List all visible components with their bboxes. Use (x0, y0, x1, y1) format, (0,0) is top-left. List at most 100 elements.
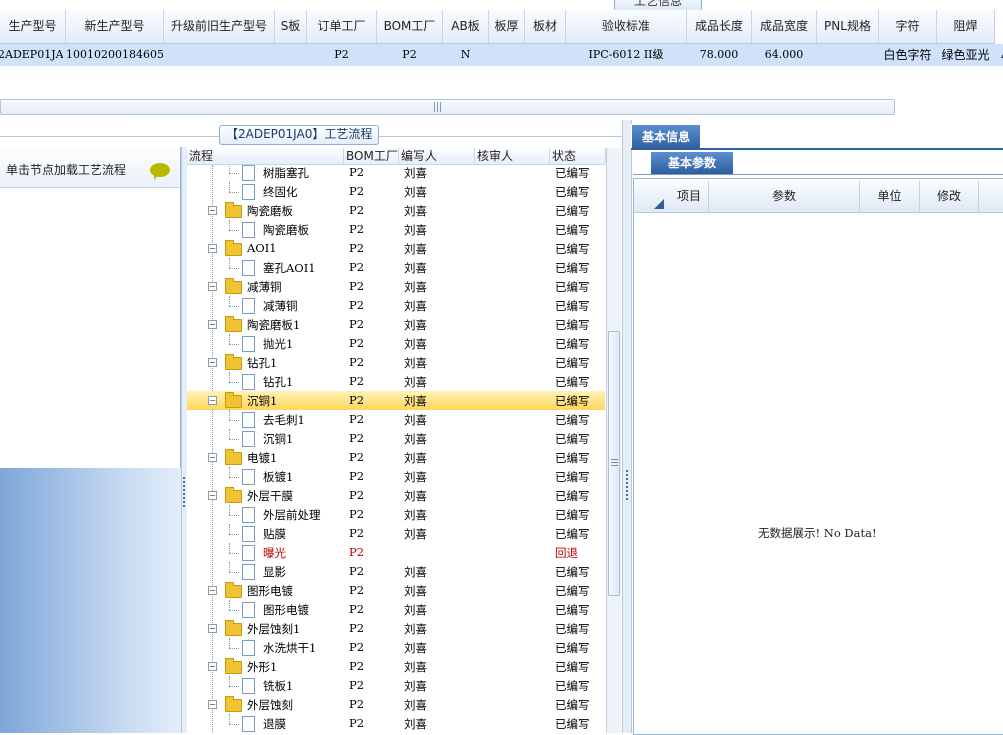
tree-row[interactable]: 减薄铜 P2 刘喜 已编写 (187, 296, 605, 315)
collapse-icon[interactable]: − (208, 624, 217, 633)
tree-branch-line (229, 192, 239, 193)
tree-cell-status: 已编写 (555, 280, 590, 294)
collapse-icon[interactable]: − (208, 244, 217, 253)
collapse-icon[interactable]: − (208, 700, 217, 709)
column-header-2[interactable]: 升级前旧生产型号 (164, 10, 275, 44)
column-header-7[interactable]: 板厚 (489, 10, 525, 44)
tree-cell-status: 已编写 (555, 622, 590, 636)
tree-cell-status: 已编写 (555, 394, 590, 408)
tree-row[interactable]: 退膜 P2 刘喜 已编写 (187, 714, 605, 733)
tree-row[interactable]: − 陶瓷磨板 P2 刘喜 已编写 (187, 201, 605, 220)
column-header-12[interactable]: PNL规格 (817, 10, 879, 44)
tree-row[interactable]: 陶瓷磨板 P2 刘喜 已编写 (187, 220, 605, 239)
tree-cell-bom: P2 (349, 165, 365, 179)
collapse-icon[interactable]: − (208, 453, 217, 462)
tree-row[interactable]: 铣板1 P2 刘喜 已编写 (187, 676, 605, 695)
middle-splitter[interactable] (622, 120, 632, 733)
column-header-0[interactable]: 生产型号 (0, 10, 66, 44)
column-header-unit[interactable]: 单位 (860, 181, 920, 212)
collapse-icon[interactable]: − (208, 282, 217, 291)
tree-row[interactable]: − 图形电镀 P2 刘喜 已编写 (187, 581, 605, 600)
tree-branch-line (229, 477, 239, 478)
column-header-3[interactable]: S板 (275, 10, 307, 44)
tree-row[interactable]: 塞孔AOI1 P2 刘喜 已编写 (187, 258, 605, 277)
document-icon (242, 222, 255, 238)
column-header-10[interactable]: 成品长度 (687, 10, 752, 44)
tree-row[interactable]: − AOI1 P2 刘喜 已编写 (187, 239, 605, 258)
tree-branch-line (229, 173, 239, 174)
tree-row[interactable]: − 外层蚀刻1 P2 刘喜 已编写 (187, 619, 605, 638)
tree-row[interactable]: − 减薄铜 P2 刘喜 已编写 (187, 277, 605, 296)
folder-icon (225, 696, 242, 712)
tree-row[interactable]: 板镀1 P2 刘喜 已编写 (187, 467, 605, 486)
tree-row[interactable]: 图形电镀 P2 刘喜 已编写 (187, 600, 605, 619)
column-header-13[interactable]: 字符 (879, 10, 937, 44)
tree-branch-line (229, 230, 239, 231)
tree-row[interactable]: 去毛刺1 P2 刘喜 已编写 (187, 410, 605, 429)
collapse-icon[interactable]: − (208, 662, 217, 671)
column-header-4[interactable]: 订单工厂 (307, 10, 377, 44)
scrollbar-thumb[interactable] (608, 331, 620, 596)
tree-row[interactable]: − 外层干膜 P2 刘喜 已编写 (187, 486, 605, 505)
tree-row[interactable]: 水洗烘干1 P2 刘喜 已编写 (187, 638, 605, 657)
tree-row[interactable]: 终固化 P2 刘喜 已编写 (187, 182, 605, 201)
column-header-1[interactable]: 新生产型号 (66, 10, 164, 44)
tree-branch-line (229, 515, 239, 516)
tree-row[interactable]: − 陶瓷磨板1 P2 刘喜 已编写 (187, 315, 605, 334)
tree-branch-line (229, 382, 239, 383)
tree-guide-line (229, 182, 230, 192)
column-header-edit[interactable]: 修改 (920, 181, 979, 212)
column-header-status[interactable]: 状态 (550, 148, 606, 164)
left-panel (0, 147, 181, 469)
column-header-8[interactable]: 板材 (525, 10, 566, 44)
product-grid-hscrollbar[interactable] (0, 99, 895, 115)
collapse-icon[interactable]: − (208, 358, 217, 367)
tree-row[interactable]: 抛光1 P2 刘喜 已编写 (187, 334, 605, 353)
column-header-6[interactable]: AB板 (443, 10, 489, 44)
collapse-icon[interactable]: − (208, 206, 217, 215)
tree-row[interactable]: 显影 P2 刘喜 已编写 (187, 562, 605, 581)
column-header-param[interactable]: 参数 (709, 181, 860, 212)
column-header-bom-factory[interactable]: BOM工厂 (344, 148, 399, 164)
tab-basic-params[interactable]: 基本参数 (651, 152, 733, 174)
tree-row[interactable]: − 外形1 P2 刘喜 已编写 (187, 657, 605, 676)
tree-row[interactable]: 外层前处理 P2 刘喜 已编写 (187, 505, 605, 524)
tree-node-label: 钻孔1 (263, 375, 294, 389)
product-cell: P2 (402, 48, 417, 61)
column-header-5[interactable]: BOM工厂 (377, 10, 443, 44)
tree-cell-bom: P2 (349, 488, 365, 502)
column-header-item[interactable]: 项目 (670, 181, 709, 212)
tree-cell-bom: P2 (349, 716, 365, 730)
tree-row[interactable]: − 钻孔1 P2 刘喜 已编写 (187, 353, 605, 372)
process-tree-vscrollbar[interactable] (606, 148, 621, 733)
tree-row[interactable]: 贴膜 P2 刘喜 已编写 (187, 524, 605, 543)
tree-cell-status: 已编写 (555, 204, 590, 218)
tree-row[interactable]: − 外层蚀刻 P2 刘喜 已编写 (187, 695, 605, 714)
column-header-14[interactable]: 阻焊 (937, 10, 995, 44)
tree-row[interactable]: − 电镀1 P2 刘喜 已编写 (187, 448, 605, 467)
tree-row[interactable]: 树脂塞孔 P2 刘喜 已编写 (187, 165, 605, 182)
tree-cell-writer: 刘喜 (404, 660, 427, 674)
column-header-9[interactable]: 验收标准 (566, 10, 687, 44)
collapse-icon[interactable]: − (208, 320, 217, 329)
collapse-icon[interactable]: − (208, 586, 217, 595)
column-header-writer[interactable]: 编写人 (399, 148, 475, 164)
tree-row[interactable]: 钻孔1 P2 刘喜 已编写 (187, 372, 605, 391)
tree-node-label: 图形电镀 (263, 603, 309, 617)
tree-cell-bom: P2 (349, 564, 365, 578)
column-header-reviewer[interactable]: 核审人 (475, 148, 550, 164)
tree-row[interactable]: 沉铜1 P2 刘喜 已编写 (187, 429, 605, 448)
tree-node-label: 外层前处理 (263, 508, 321, 522)
column-header-11[interactable]: 成品宽度 (752, 10, 817, 44)
tab-basic-info[interactable]: 基本信息 (632, 125, 700, 149)
column-header-flow[interactable]: 流程 (187, 148, 344, 164)
tree-row[interactable]: 曝光 P2 回退 (187, 543, 605, 562)
tree-cell-status: 已编写 (555, 299, 590, 313)
folder-icon (225, 487, 242, 503)
collapse-icon[interactable]: − (208, 491, 217, 500)
tree-guide-line (229, 714, 230, 724)
collapse-icon[interactable]: − (208, 396, 217, 405)
tree-cell-bom: P2 (349, 640, 365, 654)
tree-row[interactable]: − 沉铜1 P2 刘喜 已编写 (187, 391, 605, 410)
tree-guide-line (229, 562, 230, 572)
